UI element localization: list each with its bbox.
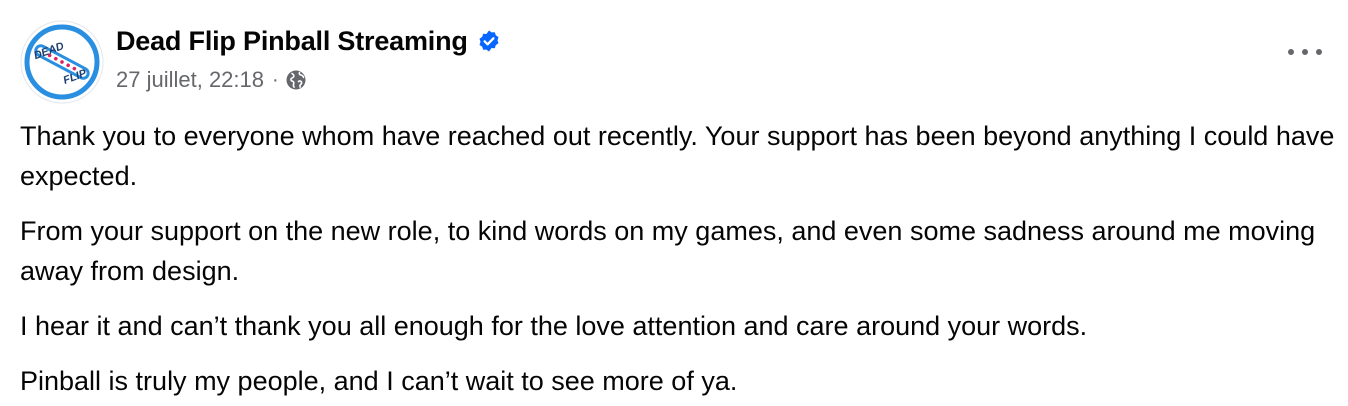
more-dot [1302, 49, 1308, 55]
post-paragraph: I hear it and can’t thank you all enough… [20, 311, 1088, 341]
author-name[interactable]: Dead Flip Pinball Streaming [116, 26, 468, 57]
more-dot [1316, 49, 1322, 55]
post-paragraph: Pinball is truly my people, and I can’t … [20, 366, 738, 396]
globe-icon[interactable] [285, 69, 307, 91]
separator-dot: · [272, 68, 279, 91]
more-options-icon[interactable] [1288, 42, 1322, 62]
more-dot [1288, 49, 1294, 55]
post-header: DEAD FLIP Dead Flip Pinball Streaming 27… [20, 20, 1328, 104]
author-row: Dead Flip Pinball Streaming [116, 24, 501, 58]
post-paragraph: From your support on the new role, to ki… [20, 216, 1316, 286]
facebook-post: DEAD FLIP Dead Flip Pinball Streaming 27… [0, 0, 1348, 406]
post-paragraph: Thank you to everyone whom have reached … [20, 121, 1335, 191]
dead-flip-logo: DEAD FLIP [20, 20, 104, 104]
verified-badge-icon [477, 29, 501, 53]
post-meta: Dead Flip Pinball Streaming 27 juillet, … [116, 24, 501, 94]
post-subtitle: 27 juillet, 22:18 · [116, 66, 501, 94]
post-timestamp[interactable]: 27 juillet, 22:18 [116, 67, 264, 93]
post-body: Thank you to everyone whom have reached … [20, 116, 1336, 401]
avatar[interactable]: DEAD FLIP [20, 20, 104, 104]
